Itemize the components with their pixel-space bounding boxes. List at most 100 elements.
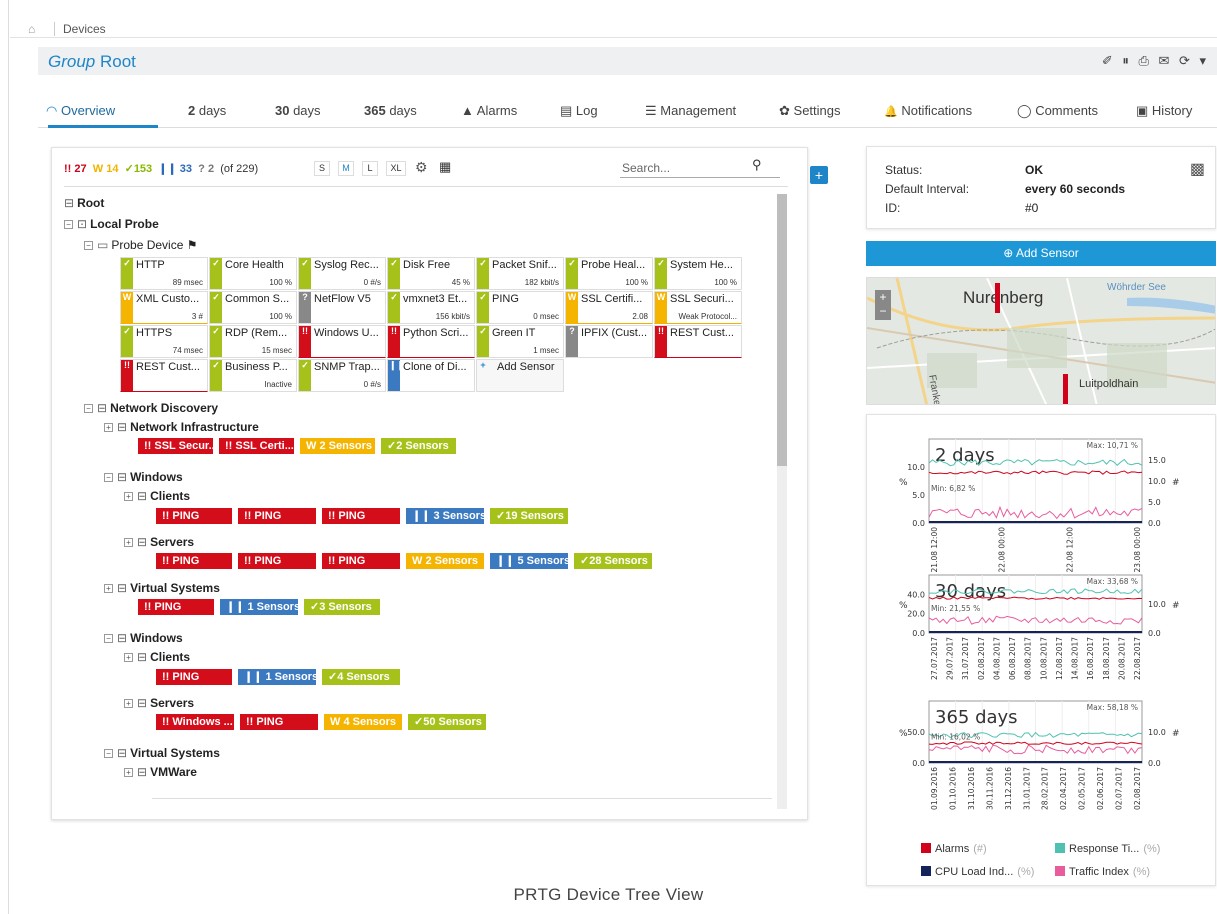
legend-alarms[interactable]: Alarms (#) <box>921 843 987 855</box>
group-status-badge[interactable]: !! PING <box>240 714 318 730</box>
tab-30-days[interactable]: 30 days <box>275 103 321 118</box>
geo-map[interactable]: + − Nurenberg Wöhrder See Luitpoldhain Fr… <box>866 277 1216 405</box>
tree-vmware[interactable]: + ⊟ VMWare <box>124 765 197 779</box>
tree-local-probe[interactable]: − ⊡ Local Probe <box>64 217 159 231</box>
group-status-badge[interactable]: !! PING <box>322 508 400 524</box>
sensor-value: 100 % <box>269 278 292 287</box>
x-tick-label: 23.08 00:00 <box>1133 527 1142 573</box>
group-status-badge[interactable]: !! PING <box>138 599 214 615</box>
add-group-button[interactable]: + <box>810 166 828 184</box>
sensor-tile[interactable]: W SSL Securi... Weak Protocol... <box>654 291 742 324</box>
x-tick-label: 02.07.2017 <box>1115 767 1124 810</box>
tab-history[interactable]: ▣ History <box>1136 103 1192 119</box>
group-status-badge[interactable]: !! SSL Secur... <box>138 438 218 454</box>
sensor-tile[interactable]: ✓ PING 0 msec <box>476 291 564 324</box>
group-status-badge[interactable]: ✓50 Sensors <box>408 714 486 730</box>
tab-settings[interactable]: ✿ Settings <box>779 103 841 119</box>
map-marker-alarm-2[interactable] <box>1063 374 1068 404</box>
tree-network-infrastructure[interactable]: + ⊟ Network Infrastructure <box>104 420 259 434</box>
group-status-badge[interactable]: ❙❙ 1 Sensors <box>220 599 300 615</box>
sensor-tile[interactable]: ✓ Business P... Inactive <box>209 359 297 392</box>
sensor-status-icon: ✓ <box>479 258 487 268</box>
tree-clients[interactable]: + ⊟ Clients <box>124 489 190 503</box>
group-status-badge[interactable]: !! PING <box>156 553 232 569</box>
group-status-badge[interactable]: !! PING <box>156 669 232 685</box>
sensor-tile[interactable]: ✓ HTTPS 74 msec <box>120 325 208 358</box>
y-axis-label-left: % <box>899 478 908 488</box>
legend-cpu-load[interactable]: CPU Load Ind... (%) <box>921 866 1034 878</box>
sensor-tile[interactable]: ✓ Common S... 100 % <box>209 291 297 324</box>
tab-overview[interactable]: ◠ Overview <box>46 103 115 119</box>
qr-code-icon[interactable]: ▩ <box>1190 159 1205 179</box>
sensor-tile[interactable]: ❙❙ Clone of Di... <box>387 359 475 392</box>
tab-management[interactable]: ☰ Management <box>645 103 736 119</box>
group-status-badge[interactable]: ❙❙ 5 Sensors <box>490 553 570 569</box>
sensor-tile[interactable]: !! Windows U... <box>298 325 386 358</box>
sensor-tile[interactable]: ✓ Probe Heal... 100 % <box>565 257 653 290</box>
map-marker-alarm[interactable] <box>995 283 1000 313</box>
tree-servers[interactable]: + ⊟ Servers <box>124 535 194 549</box>
group-status-badge[interactable]: ✓28 Sensors <box>574 553 652 569</box>
group-status-badge[interactable]: ✓19 Sensors <box>490 508 568 524</box>
sensor-tile[interactable]: ✓ HTTP 89 msec <box>120 257 208 290</box>
tree-servers-2[interactable]: + ⊟ Servers <box>124 696 194 710</box>
tab-comments[interactable]: ◯ Comments <box>1017 103 1098 119</box>
legend-response-time[interactable]: Response Ti... (%) <box>1055 843 1160 855</box>
group-status-badge[interactable]: !! SSL Certi... <box>219 438 294 454</box>
tree-windows[interactable]: − ⊟ Windows <box>104 470 183 484</box>
sensor-tile[interactable]: !! Python Scri... <box>387 325 475 358</box>
tree-root[interactable]: ⊟ Root <box>64 196 104 210</box>
tree-virtual-systems-2[interactable]: − ⊟ Virtual Systems <box>104 746 220 760</box>
group-status-badge[interactable]: !! PING <box>156 508 232 524</box>
tree-windows-2[interactable]: − ⊟ Windows <box>104 631 183 645</box>
toolbar-icons[interactable]: ✐ ⏸ ⎙ ✉ ⟳ ▾ <box>1102 53 1209 69</box>
sensor-tile[interactable]: W SSL Certifi... 2.08 <box>565 291 653 324</box>
tab-notifications[interactable]: 🔔 Notifications <box>884 103 972 118</box>
home-icon[interactable]: ⌂ <box>28 22 35 36</box>
sensor-value: 89 msec <box>172 278 203 287</box>
breadcrumb-devices[interactable]: Devices <box>54 22 106 36</box>
x-tick-label: 22.08 00:00 <box>998 527 1007 573</box>
tree-virtual-systems[interactable]: + ⊟ Virtual Systems <box>104 581 220 595</box>
sensor-status-icon: ✓ <box>212 360 220 370</box>
group-status-badge[interactable]: W 4 Sensors <box>324 714 402 730</box>
tab-log[interactable]: ▤ Log <box>560 103 598 119</box>
group-status-badge[interactable]: !! PING <box>238 553 316 569</box>
tree-network-discovery[interactable]: − ⊟ Network Discovery <box>84 401 218 415</box>
sensor-tile[interactable]: ? IPFIX (Cust... <box>565 325 653 358</box>
add-sensor-button[interactable]: ⊕ Add Sensor <box>866 241 1216 266</box>
scrollbar-thumb[interactable] <box>777 194 787 466</box>
legend-traffic-index[interactable]: Traffic Index (%) <box>1055 866 1150 878</box>
tab-2-days[interactable]: 2 days <box>188 103 226 118</box>
sensor-tile[interactable]: !! REST Cust... <box>120 359 208 392</box>
group-status-badge[interactable]: !! Windows ... <box>156 714 234 730</box>
sensor-tile[interactable]: ✓ Packet Snif... 182 kbit/s <box>476 257 564 290</box>
group-status-badge[interactable]: ❙❙ 3 Sensors <box>406 508 486 524</box>
sensor-tile[interactable]: ✓ Core Health 100 % <box>209 257 297 290</box>
tree-probe-device[interactable]: − ▭ Probe Device ⚑ <box>84 238 198 252</box>
sensor-tile[interactable]: ✓ SNMP Trap... 0 #/s <box>298 359 386 392</box>
add-sensor-tile[interactable]: + Add Sensor <box>476 359 564 392</box>
sensor-tile[interactable]: ✓ Syslog Rec... 0 #/s <box>298 257 386 290</box>
sensor-tile[interactable]: ? NetFlow V5 <box>298 291 386 324</box>
sensor-tile[interactable]: !! REST Cust... <box>654 325 742 358</box>
group-status-badge[interactable]: !! PING <box>238 508 316 524</box>
x-tick-label: 20.08.2017 <box>1117 637 1126 680</box>
sensor-tile[interactable]: ✓ Disk Free 45 % <box>387 257 475 290</box>
group-status-badge[interactable]: W 2 Sensors <box>406 553 484 569</box>
sensor-tile[interactable]: ✓ Green IT 1 msec <box>476 325 564 358</box>
sensor-tile[interactable]: ✓ RDP (Rem... 15 msec <box>209 325 297 358</box>
group-status-badge[interactable]: !! PING <box>322 553 400 569</box>
tab-alarms[interactable]: ▲ Alarms <box>461 103 517 118</box>
tree-clients-2[interactable]: + ⊟ Clients <box>124 650 190 664</box>
group-status-badge[interactable]: ✓3 Sensors <box>304 599 380 615</box>
group-status-badge[interactable]: ✓4 Sensors <box>322 669 400 685</box>
group-status-badge[interactable]: W 2 Sensors <box>300 438 375 454</box>
group-status-badge[interactable]: ✓2 Sensors <box>381 438 456 454</box>
tab-365-days[interactable]: 365 days <box>364 103 417 118</box>
group-status-badge[interactable]: ❙❙ 1 Sensors <box>238 669 318 685</box>
sensor-tile[interactable]: ✓ System He... 100 % <box>654 257 742 290</box>
sensor-tile[interactable]: ✓ vmxnet3 Et... 156 kbit/s <box>387 291 475 324</box>
sensor-tile[interactable]: W XML Custo... 3 # <box>120 291 208 324</box>
map-zoom-controls[interactable]: + − <box>875 290 891 320</box>
